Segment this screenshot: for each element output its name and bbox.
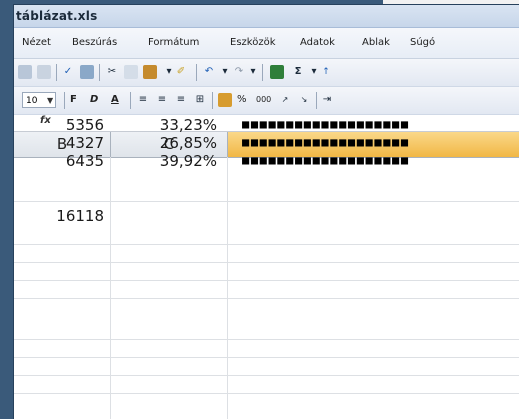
italic-button[interactable]: D [90,94,98,105]
formatting-toolbar: 10 ▼ F D A ≡ ≡ ≡ ⊞ % 000 ↗ ↘ ⇥ [14,87,519,115]
autosum-icon[interactable]: Σ [291,65,305,79]
cell-b-value[interactable]: 6435 [14,152,104,170]
redo-icon[interactable]: ↷ [232,65,246,79]
merge-center-icon[interactable]: ⊞ [193,93,207,107]
standard-toolbar: ✓ ✂ ▾ ✐ ↶ ▾ ↷ ▾ Σ ▾ ↑ [14,59,519,87]
percent-button[interactable]: % [237,94,247,105]
percent-bar: ■■■■■■■■■■■■■■■■■■■ [242,153,410,167]
cell-grid [14,157,519,419]
table-row [14,299,519,340]
table-row [14,263,519,281]
percent-bar: ■■■■■■■■■■■■■■■■■■■ [242,117,410,131]
cell-c-percent[interactable]: 26,85% [111,134,217,152]
sort-ascending-icon[interactable]: ↑ [319,65,333,79]
research-icon[interactable] [80,65,94,79]
align-center-icon[interactable]: ≡ [155,93,169,107]
menu-format[interactable]: Formátum [148,37,199,48]
undo-dropdown-icon[interactable]: ▾ [218,65,232,79]
undo-icon[interactable]: ↶ [202,65,216,79]
print-icon[interactable] [18,65,32,79]
menu-tools[interactable]: Eszközök [230,37,276,48]
thousands-button[interactable]: 000 [256,95,271,104]
menu-view[interactable]: Nézet [22,37,51,48]
cell-b-total[interactable]: 16118 [14,207,104,225]
paste-icon[interactable] [143,65,157,79]
table-row [14,376,519,394]
indent-icon[interactable]: ⇥ [320,93,334,107]
decrease-decimal-icon[interactable]: ↘ [297,93,311,107]
currency-icon[interactable] [218,93,232,107]
title-bar: táblázat.xls [14,5,519,28]
table-row [14,281,519,299]
redo-dropdown-icon[interactable]: ▾ [246,65,260,79]
menu-insert[interactable]: Beszúrás [72,37,117,48]
cell-b-value[interactable]: 5356 [14,116,104,134]
cut-icon[interactable]: ✂ [105,65,119,79]
table-row [14,340,519,358]
menu-help[interactable]: Súgó [410,37,435,48]
print-preview-icon[interactable] [37,65,51,79]
cell-c-percent[interactable]: 33,23% [111,116,217,134]
hyperlink-icon[interactable] [270,65,284,79]
table-row [14,358,519,376]
menu-data[interactable]: Adatok [300,37,335,48]
copy-icon[interactable] [124,65,138,79]
menu-window[interactable]: Ablak [362,37,390,48]
bold-button[interactable]: F [70,94,77,105]
align-right-icon[interactable]: ≡ [174,93,188,107]
percent-bar: ■■■■■■■■■■■■■■■■■■■ [242,135,410,149]
excel-window: táblázat.xls Nézet Beszúrás Formátum Esz… [14,5,519,419]
increase-decimal-icon[interactable]: ↗ [278,93,292,107]
cell-c-percent[interactable]: 39,92% [111,152,217,170]
brush-icon[interactable]: ✐ [174,65,188,79]
cell-b-value[interactable]: 4327 [14,134,104,152]
underline-button[interactable]: A [111,94,119,105]
table-row [14,245,519,263]
chevron-down-icon[interactable]: ▼ [47,96,53,105]
menu-bar: Nézet Beszúrás Formátum Eszközök Adatok … [14,28,519,59]
spelling-icon[interactable]: ✓ [61,65,75,79]
align-left-icon[interactable]: ≡ [136,93,150,107]
window-title: táblázat.xls [16,9,98,23]
